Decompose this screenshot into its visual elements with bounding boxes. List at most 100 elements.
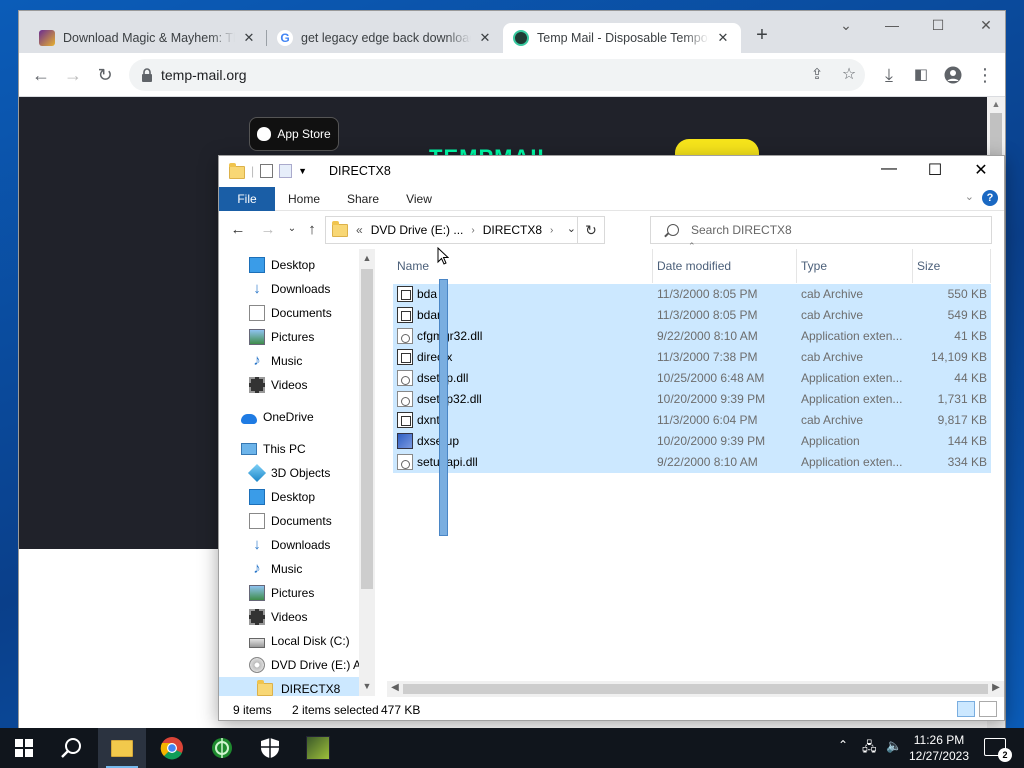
minimize-icon[interactable]: —: [866, 160, 912, 178]
file-row-dsetup[interactable]: dsetup.dll 10/25/2000 6:48 AM Applicatio…: [393, 368, 991, 389]
sidebar-item-downloads-pc[interactable]: ↓ Downloads: [249, 533, 375, 557]
refresh-icon[interactable]: ↻: [577, 216, 605, 244]
sidebar-item-videos-pc[interactable]: Videos: [249, 605, 375, 629]
sidebar-item-documents-pc[interactable]: Documents: [249, 509, 375, 533]
menu-icon[interactable]: ⋮: [973, 63, 997, 87]
address-bar[interactable]: « DVD Drive (E:) ... › DIRECTX8 › ⌄ ↻: [325, 216, 605, 244]
scroll-up-icon[interactable]: ▲: [987, 99, 1005, 109]
properties-icon[interactable]: [260, 164, 274, 178]
horizontal-scrollbar[interactable]: ◀ ▶: [387, 681, 1004, 697]
breadcrumb-dvd-drive[interactable]: DVD Drive (E:) ...: [371, 223, 464, 237]
navigation-pane-scrollbar[interactable]: ▲ ▼: [359, 249, 375, 696]
show-hidden-icons[interactable]: ⌃: [838, 738, 848, 768]
file-row-cfgmgr32[interactable]: cfgmgr32.dll 9/22/2000 8:10 AM Applicati…: [393, 326, 991, 347]
recent-locations-icon[interactable]: ⌄: [283, 223, 301, 234]
breadcrumb-chevron-icon[interactable]: ›: [471, 225, 474, 236]
expand-ribbon-icon[interactable]: ⌄: [965, 190, 974, 203]
up-icon[interactable]: ↑: [303, 221, 321, 238]
help-icon[interactable]: ?: [982, 190, 998, 206]
sidebar-item-this-pc[interactable]: This PC: [241, 437, 375, 461]
file-row-bda[interactable]: bda 11/3/2000 8:05 PM cab Archive 550 KB: [393, 284, 991, 305]
tab-legacy-edge[interactable]: G get legacy edge back download ✕: [267, 23, 503, 53]
network-icon[interactable]: 🖧: [862, 738, 877, 768]
maximize-icon[interactable]: ☐: [912, 160, 958, 180]
scroll-left-icon[interactable]: ◀: [387, 682, 403, 693]
sidebar-item-downloads[interactable]: ↓ Downloads 📌: [249, 277, 375, 301]
sidebar-item-dvd-drive[interactable]: DVD Drive (E:) AU: [249, 653, 375, 677]
reload-icon[interactable]: ↻: [93, 63, 117, 87]
close-tab-icon[interactable]: ✕: [241, 30, 257, 46]
bookmark-star-icon[interactable]: ☆: [837, 63, 861, 87]
minimize-icon[interactable]: —: [877, 17, 907, 33]
sidebar-item-pictures-pc[interactable]: Pictures: [249, 581, 375, 605]
sidebar-item-pictures[interactable]: Pictures 📌: [249, 325, 375, 349]
file-row-dxnt[interactable]: dxnt 11/3/2000 6:04 PM cab Archive 9,817…: [393, 410, 991, 431]
sidebar-item-videos[interactable]: Videos: [249, 373, 375, 397]
address-bar[interactable]: temp-mail.org ⇪ ☆: [129, 59, 865, 91]
chrome-taskbar-button[interactable]: [148, 728, 196, 768]
tab-home[interactable]: Home: [281, 187, 327, 211]
tab-file[interactable]: File: [219, 187, 275, 211]
sidebar-item-music-pc[interactable]: ♪ Music: [249, 557, 375, 581]
sidebar-item-desktop-pc[interactable]: Desktop: [249, 485, 375, 509]
breadcrumb-directx8[interactable]: DIRECTX8: [483, 223, 542, 237]
file-explorer-taskbar-button[interactable]: [98, 728, 146, 768]
forward-icon[interactable]: →: [61, 63, 85, 87]
side-panel-icon[interactable]: ◧: [909, 63, 933, 87]
file-row-dsetup32[interactable]: dsetup32.dll 10/20/2000 9:39 PM Applicat…: [393, 389, 991, 410]
close-tab-icon[interactable]: ✕: [477, 30, 493, 46]
sidebar-item-desktop[interactable]: Desktop 📌: [249, 253, 375, 277]
tab-magic-mayhem[interactable]: Download Magic & Mayhem: Th ✕: [29, 23, 267, 53]
tab-share[interactable]: Share: [341, 187, 385, 211]
column-header-name[interactable]: Name: [393, 249, 653, 283]
sidebar-item-documents[interactable]: Documents 📌: [249, 301, 375, 325]
forward-icon[interactable]: →: [259, 221, 277, 238]
back-icon[interactable]: ←: [229, 221, 247, 238]
volume-icon[interactable]: 🔈: [886, 738, 902, 768]
file-row-directx[interactable]: directx 11/3/2000 7:38 PM cab Archive 14…: [393, 347, 991, 368]
notification-center-icon[interactable]: 2: [984, 738, 1012, 762]
file-row-bdant[interactable]: bdant 11/3/2000 8:05 PM cab Archive 549 …: [393, 305, 991, 326]
new-folder-icon[interactable]: [279, 164, 293, 178]
large-icons-view-icon[interactable]: [979, 701, 997, 717]
column-header-type[interactable]: Type: [797, 249, 913, 283]
details-view-icon[interactable]: [957, 701, 975, 717]
start-button[interactable]: [0, 728, 48, 768]
clock[interactable]: 11:26 PM 12/27/2023: [902, 732, 976, 764]
sidebar-item-directx8[interactable]: DIRECTX8: [219, 677, 359, 696]
sidebar-item-3d-objects[interactable]: 3D Objects: [247, 461, 375, 485]
scroll-right-icon[interactable]: ▶: [988, 682, 1004, 693]
scroll-down-icon[interactable]: ▼: [359, 681, 375, 691]
tab-search-icon[interactable]: ⌄: [831, 17, 861, 34]
tab-temp-mail[interactable]: Temp Mail - Disposable Tempor ✕: [503, 23, 741, 53]
sidebar-item-local-disk[interactable]: Local Disk (C:): [249, 629, 375, 653]
maximize-icon[interactable]: ☐: [923, 17, 953, 34]
address-dropdown-icon[interactable]: ⌄: [567, 222, 576, 235]
sidebar-item-onedrive[interactable]: OneDrive: [241, 405, 375, 429]
customize-toolbar-icon[interactable]: ▼: [298, 166, 307, 176]
file-row-dxsetup[interactable]: dxsetup 10/20/2000 9:39 PM Application 1…: [393, 431, 991, 452]
share-icon[interactable]: ⇪: [805, 63, 829, 87]
security-taskbar-button[interactable]: [246, 728, 294, 768]
file-row-setupapi[interactable]: setupapi.dll 9/22/2000 8:10 AM Applicati…: [393, 452, 991, 473]
close-tab-icon[interactable]: ✕: [715, 30, 731, 46]
search-button[interactable]: [48, 728, 96, 768]
back-icon[interactable]: ←: [29, 63, 53, 87]
close-icon[interactable]: ✕: [971, 17, 1001, 34]
magic-mayhem-taskbar-button[interactable]: [294, 728, 342, 768]
explorer-title-bar[interactable]: | ▼ DIRECTX8 — ☐ ✕: [219, 156, 1004, 187]
breadcrumb-chevron-icon[interactable]: ›: [550, 225, 553, 236]
scroll-up-icon[interactable]: ▲: [359, 253, 375, 263]
sidebar-item-music[interactable]: ♪ Music: [249, 349, 375, 373]
close-icon[interactable]: ✕: [958, 160, 1004, 180]
app-store-button[interactable]: App Store: [249, 117, 339, 151]
new-tab-button[interactable]: +: [751, 25, 773, 47]
column-header-date[interactable]: Date modified: [653, 249, 797, 283]
download-icon[interactable]: ⤓: [877, 63, 901, 87]
tab-view[interactable]: View: [399, 187, 439, 211]
search-input[interactable]: [691, 223, 951, 237]
xbox-taskbar-button[interactable]: [198, 728, 246, 768]
column-header-size[interactable]: Size: [913, 249, 991, 283]
profile-icon[interactable]: [941, 63, 965, 87]
search-box[interactable]: [650, 216, 992, 244]
